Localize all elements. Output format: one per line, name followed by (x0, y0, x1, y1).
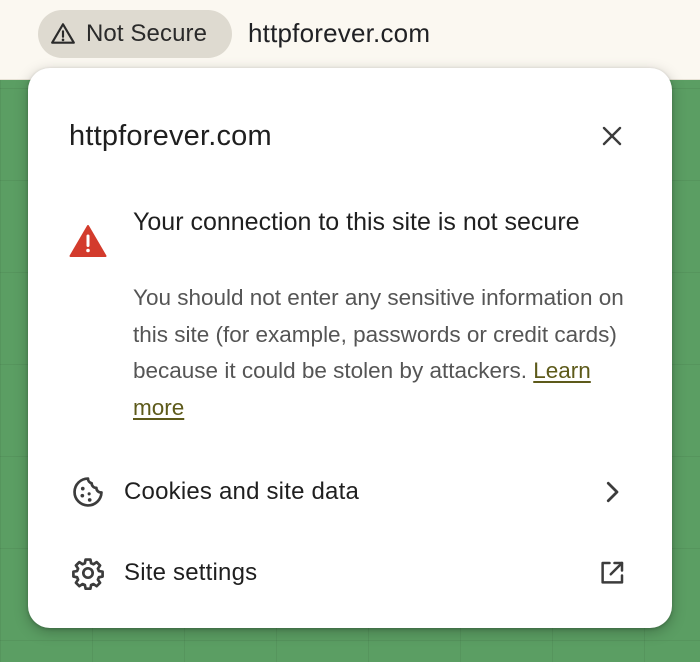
warning-outline-icon (51, 23, 75, 44)
warning-body: You should not enter any sensitive infor… (133, 280, 643, 426)
not-secure-label: Not Secure (86, 20, 208, 47)
open-in-new-icon (594, 555, 630, 591)
cookie-icon (70, 474, 106, 510)
cookies-row-label: Cookies and site data (124, 478, 360, 505)
close-icon (602, 126, 622, 146)
site-settings-row-label: Site settings (124, 559, 258, 586)
gear-icon (70, 555, 106, 591)
url-text[interactable]: httpforever.com (248, 18, 430, 49)
chevron-right-icon (594, 474, 630, 510)
site-settings-row[interactable]: Site settings (28, 541, 672, 605)
warning-filled-icon (69, 225, 107, 257)
close-button[interactable] (594, 118, 630, 154)
site-info-popup: httpforever.com Your connection to this … (28, 68, 672, 628)
cookies-and-site-data-row[interactable]: Cookies and site data (28, 460, 672, 524)
popup-title: httpforever.com (69, 120, 272, 152)
warning-heading: Your connection to this site is not secu… (133, 208, 580, 236)
not-secure-chip[interactable]: Not Secure (38, 10, 232, 58)
